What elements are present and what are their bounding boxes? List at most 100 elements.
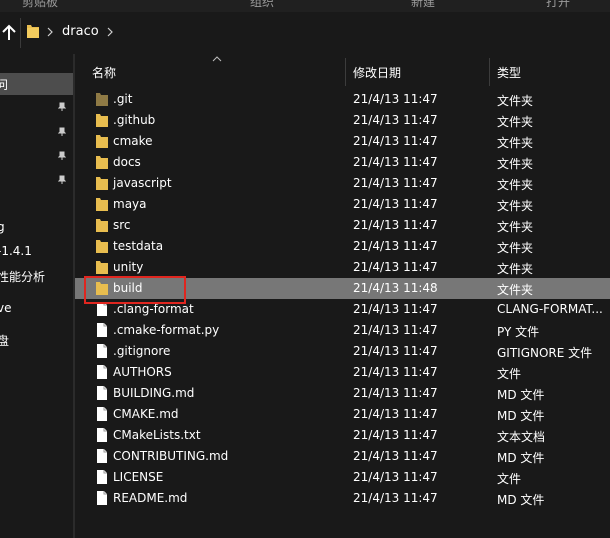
file-type: MD 文件 xyxy=(497,451,545,465)
file-date: 21/4/13 11:47 xyxy=(353,239,438,253)
file-name: .cmake-format.py xyxy=(113,323,220,337)
chevron-right-icon[interactable] xyxy=(106,25,114,39)
ribbon-new-label[interactable]: 新建 xyxy=(411,0,435,10)
table-row[interactable]: CMakeLists.txt 21/4/13 11:47 文本文档 xyxy=(75,425,610,446)
file-date: 21/4/13 11:48 xyxy=(353,281,438,295)
file-name: BUILDING.md xyxy=(113,386,195,400)
file-date: 21/4/13 11:47 xyxy=(353,113,438,127)
table-row[interactable]: AUTHORS 21/4/13 11:47 文件 xyxy=(75,362,610,383)
file-type: MD 文件 xyxy=(497,388,545,402)
folder-icon xyxy=(96,177,108,190)
file-date: 21/4/13 11:47 xyxy=(353,260,438,274)
file-name: CMAKE.md xyxy=(113,407,179,421)
table-row[interactable]: LICENSE 21/4/13 11:47 文件 xyxy=(75,467,610,488)
file-type: 文件夹 xyxy=(497,262,534,276)
pin-icon[interactable] xyxy=(58,175,66,185)
file-name: testdata xyxy=(113,239,164,253)
folder-icon xyxy=(96,135,108,148)
file-icon xyxy=(97,449,107,463)
pin-icon[interactable] xyxy=(58,102,66,112)
file-date: 21/4/13 11:47 xyxy=(353,491,438,505)
file-type: 文件夹 xyxy=(497,220,534,234)
file-type: CLANG-FORMAT... xyxy=(497,302,603,316)
file-name: CONTRIBUTING.md xyxy=(113,449,229,463)
column-divider[interactable] xyxy=(489,58,490,86)
file-name: LICENSE xyxy=(113,470,164,484)
sidebar-item-disk[interactable]: 盘 xyxy=(0,332,9,349)
column-divider[interactable] xyxy=(345,58,346,86)
table-row[interactable]: CONTRIBUTING.md 21/4/13 11:47 MD 文件 xyxy=(75,446,610,467)
folder-icon xyxy=(96,114,108,127)
table-row[interactable]: maya 21/4/13 11:47 文件夹 xyxy=(75,194,610,215)
ribbon-open-label[interactable]: 打开 xyxy=(546,0,570,10)
file-date: 21/4/13 11:47 xyxy=(353,134,438,148)
file-type: MD 文件 xyxy=(497,493,545,507)
sort-ascending-icon xyxy=(212,56,222,62)
breadcrumb-current[interactable]: draco xyxy=(62,24,99,39)
ribbon-organize-label[interactable]: 组织 xyxy=(250,0,274,10)
chevron-right-icon[interactable] xyxy=(46,25,54,39)
table-row[interactable]: .gitignore 21/4/13 11:47 GITIGNORE 文件 xyxy=(75,341,610,362)
file-date: 21/4/13 11:47 xyxy=(353,302,438,316)
column-header-name[interactable]: 名称 xyxy=(92,58,116,86)
file-type: 文件夹 xyxy=(497,199,534,213)
sidebar-item-version[interactable]: -1.4.1 xyxy=(0,244,32,258)
file-name: .git xyxy=(113,92,133,106)
file-type: 文件夹 xyxy=(497,136,534,150)
file-date: 21/4/13 11:47 xyxy=(353,155,438,169)
table-row[interactable]: .git 21/4/13 11:47 文件夹 xyxy=(75,89,610,110)
sidebar-item-drive[interactable]: ve xyxy=(0,301,11,315)
pin-icon[interactable] xyxy=(58,151,66,161)
ribbon-clipboard-label[interactable]: 剪贴板 xyxy=(22,0,58,10)
table-row[interactable]: CMAKE.md 21/4/13 11:47 MD 文件 xyxy=(75,404,610,425)
table-row[interactable]: BUILDING.md 21/4/13 11:47 MD 文件 xyxy=(75,383,610,404)
folder-icon xyxy=(96,240,108,253)
file-icon xyxy=(97,491,107,505)
ribbon-strip: 剪贴板 组织 新建 打开 xyxy=(0,0,610,12)
file-name: src xyxy=(113,218,131,232)
file-date: 21/4/13 11:47 xyxy=(353,365,438,379)
table-row[interactable]: .github 21/4/13 11:47 文件夹 xyxy=(75,110,610,131)
folder-icon xyxy=(96,261,108,274)
arrow-up-icon[interactable] xyxy=(1,23,17,43)
file-name: javascript xyxy=(113,176,172,190)
folder-icon xyxy=(96,156,108,169)
folder-icon xyxy=(96,219,108,232)
file-icon xyxy=(97,428,107,442)
file-date: 21/4/13 11:47 xyxy=(353,386,438,400)
file-name: .github xyxy=(113,113,156,127)
file-type: 文本文档 xyxy=(497,430,546,444)
file-name: CMakeLists.txt xyxy=(113,428,201,442)
sidebar-item-selected[interactable] xyxy=(0,73,73,95)
sidebar-item-performance[interactable]: 性能分析 xyxy=(0,268,45,285)
sidebar-item-g[interactable]: g xyxy=(0,220,5,234)
file-date: 21/4/13 11:47 xyxy=(353,323,438,337)
column-header-modified[interactable]: 修改日期 xyxy=(353,58,401,86)
table-row[interactable]: docs 21/4/13 11:47 文件夹 xyxy=(75,152,610,173)
folder-dim-icon xyxy=(96,93,108,106)
annotation-highlight-box xyxy=(84,276,186,304)
table-row[interactable]: unity 21/4/13 11:47 文件夹 xyxy=(75,257,610,278)
table-row[interactable]: README.md 21/4/13 11:47 MD 文件 xyxy=(75,488,610,509)
sidebar-item-quick-access[interactable]: 问 xyxy=(0,76,8,93)
file-name: docs xyxy=(113,155,141,169)
table-row[interactable]: javascript 21/4/13 11:47 文件夹 xyxy=(75,173,610,194)
file-name: cmake xyxy=(113,134,153,148)
file-date: 21/4/13 11:47 xyxy=(353,449,438,463)
pin-icon[interactable] xyxy=(58,127,66,137)
file-type: 文件夹 xyxy=(497,178,534,192)
file-date: 21/4/13 11:47 xyxy=(353,176,438,190)
file-date: 21/4/13 11:47 xyxy=(353,92,438,106)
table-row[interactable]: cmake 21/4/13 11:47 文件夹 xyxy=(75,131,610,152)
file-date: 21/4/13 11:47 xyxy=(353,344,438,358)
column-header-type[interactable]: 类型 xyxy=(497,58,521,86)
file-type: GITIGNORE 文件 xyxy=(497,346,593,360)
file-type: 文件夹 xyxy=(497,241,534,255)
file-date: 21/4/13 11:47 xyxy=(353,197,438,211)
file-date: 21/4/13 11:47 xyxy=(353,428,438,442)
file-name: .gitignore xyxy=(113,344,171,358)
table-row[interactable]: testdata 21/4/13 11:47 文件夹 xyxy=(75,236,610,257)
table-row[interactable]: .cmake-format.py 21/4/13 11:47 PY 文件 xyxy=(75,320,610,341)
file-type: 文件 xyxy=(497,472,522,486)
table-row[interactable]: src 21/4/13 11:47 文件夹 xyxy=(75,215,610,236)
